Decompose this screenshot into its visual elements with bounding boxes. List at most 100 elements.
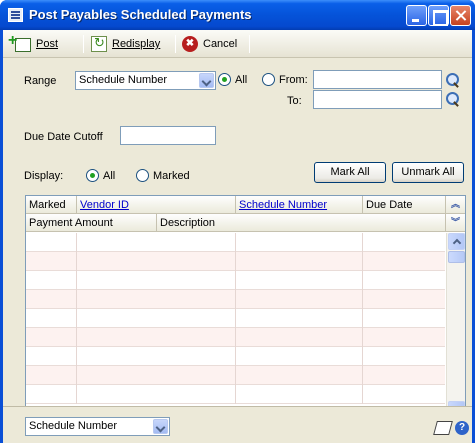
- table-cell[interactable]: [26, 385, 77, 404]
- display-all-radio[interactable]: All: [86, 169, 115, 182]
- cancel-button[interactable]: ✖ Cancel: [182, 34, 237, 54]
- table-cell[interactable]: [26, 271, 77, 290]
- table-cell[interactable]: [236, 309, 363, 328]
- table-cell[interactable]: [26, 252, 77, 271]
- from-field[interactable]: [313, 70, 442, 89]
- cancel-icon: ✖: [182, 36, 198, 52]
- due-date-cutoff-field[interactable]: [120, 126, 216, 145]
- table-row[interactable]: [26, 366, 445, 385]
- table-cell[interactable]: [77, 328, 236, 347]
- table-cell[interactable]: [363, 290, 445, 309]
- table-cell[interactable]: [236, 252, 363, 271]
- table-cell[interactable]: [236, 366, 363, 385]
- column-vendor-id[interactable]: Vendor ID: [77, 196, 236, 214]
- display-marked-label: Marked: [153, 169, 190, 182]
- table-cell[interactable]: [26, 347, 77, 366]
- table-row[interactable]: [26, 385, 445, 404]
- table-cell[interactable]: [236, 271, 363, 290]
- column-description[interactable]: Description: [157, 214, 445, 232]
- toolbar-separator: [175, 35, 176, 53]
- table-cell[interactable]: [77, 309, 236, 328]
- dialog-client-area: Post Redisplay ✖ Cancel Range Schedule N…: [3, 30, 472, 443]
- table-cell[interactable]: [363, 271, 445, 290]
- column-payment-amount[interactable]: Payment Amount: [26, 214, 157, 232]
- minimize-button[interactable]: [406, 5, 427, 26]
- redisplay-button[interactable]: Redisplay: [91, 34, 160, 54]
- column-marked[interactable]: Marked: [26, 196, 77, 214]
- table-cell[interactable]: [77, 252, 236, 271]
- chevron-down-icon[interactable]: [199, 73, 214, 88]
- note-icon[interactable]: [433, 421, 453, 435]
- range-all-radio[interactable]: All: [218, 73, 247, 86]
- table-cell[interactable]: [363, 347, 445, 366]
- display-marked-radio[interactable]: Marked: [136, 169, 190, 182]
- table-row[interactable]: [26, 347, 445, 366]
- table-cell[interactable]: [363, 366, 445, 385]
- table-cell[interactable]: [363, 328, 445, 347]
- toolbar-separator: [249, 35, 250, 53]
- table-cell[interactable]: [236, 385, 363, 404]
- table-row[interactable]: [26, 309, 445, 328]
- chevron-down-icon[interactable]: [153, 419, 168, 434]
- table-row[interactable]: [26, 271, 445, 290]
- table-cell[interactable]: [236, 290, 363, 309]
- range-select[interactable]: Schedule Number: [75, 71, 216, 90]
- table-cell[interactable]: [77, 347, 236, 366]
- table-cell[interactable]: [77, 233, 236, 252]
- expand-rows-icon[interactable]: ︽: [445, 196, 465, 214]
- column-due-date[interactable]: Due Date: [363, 196, 445, 214]
- table-cell[interactable]: [363, 385, 445, 404]
- table-cell[interactable]: [236, 233, 363, 252]
- table-cell[interactable]: [26, 233, 77, 252]
- window-title: Post Payables Scheduled Payments: [29, 7, 252, 22]
- lookup-icon[interactable]: [444, 90, 460, 108]
- table-cell[interactable]: [236, 347, 363, 366]
- table-cell[interactable]: [77, 366, 236, 385]
- table-cell[interactable]: [77, 385, 236, 404]
- toolbar: Post Redisplay ✖ Cancel: [3, 30, 472, 58]
- table-cell[interactable]: [236, 328, 363, 347]
- scroll-thumb[interactable]: [448, 251, 465, 263]
- collapse-rows-icon[interactable]: ︾: [445, 214, 465, 232]
- grid-rows: [26, 233, 445, 418]
- window-icon: [8, 8, 23, 22]
- display-label: Display:: [24, 170, 64, 182]
- table-cell[interactable]: [26, 309, 77, 328]
- table-row[interactable]: [26, 233, 445, 252]
- close-button[interactable]: [450, 5, 471, 26]
- unmark-all-button[interactable]: Unmark All: [392, 162, 464, 183]
- table-cell[interactable]: [77, 271, 236, 290]
- table-cell[interactable]: [26, 328, 77, 347]
- range-select-value: Schedule Number: [79, 74, 168, 86]
- grid-vertical-scrollbar[interactable]: [446, 233, 465, 418]
- post-label: Post: [36, 38, 59, 50]
- title-bar[interactable]: Post Payables Scheduled Payments: [0, 0, 475, 30]
- mark-all-button[interactable]: Mark All: [314, 162, 386, 183]
- table-cell[interactable]: [26, 290, 77, 309]
- range-from-radio[interactable]: From:: [262, 73, 308, 86]
- table-cell[interactable]: [77, 290, 236, 309]
- table-cell[interactable]: [363, 309, 445, 328]
- range-label: Range: [24, 75, 57, 87]
- sort-select[interactable]: Schedule Number: [25, 417, 170, 436]
- table-cell[interactable]: [363, 252, 445, 271]
- toolbar-separator: [83, 35, 84, 53]
- radio-selected-icon: [218, 73, 231, 86]
- table-row[interactable]: [26, 252, 445, 271]
- help-icon[interactable]: ?: [455, 421, 469, 435]
- table-row[interactable]: [26, 328, 445, 347]
- scheduled-payments-grid: Marked Vendor ID Schedule Number Due Dat…: [25, 195, 466, 419]
- display-all-label: All: [103, 169, 116, 182]
- post-button[interactable]: Post: [8, 32, 59, 54]
- scroll-up-icon[interactable]: [448, 233, 465, 250]
- maximize-button[interactable]: [428, 5, 449, 26]
- table-row[interactable]: [26, 290, 445, 309]
- lookup-icon[interactable]: [444, 71, 460, 89]
- post-icon: [8, 32, 31, 52]
- range-all-label: All: [235, 73, 248, 86]
- table-cell[interactable]: [26, 366, 77, 385]
- to-field[interactable]: [313, 90, 442, 109]
- column-schedule-number[interactable]: Schedule Number: [236, 196, 363, 214]
- redisplay-label: Redisplay: [112, 38, 161, 50]
- table-cell[interactable]: [363, 233, 445, 252]
